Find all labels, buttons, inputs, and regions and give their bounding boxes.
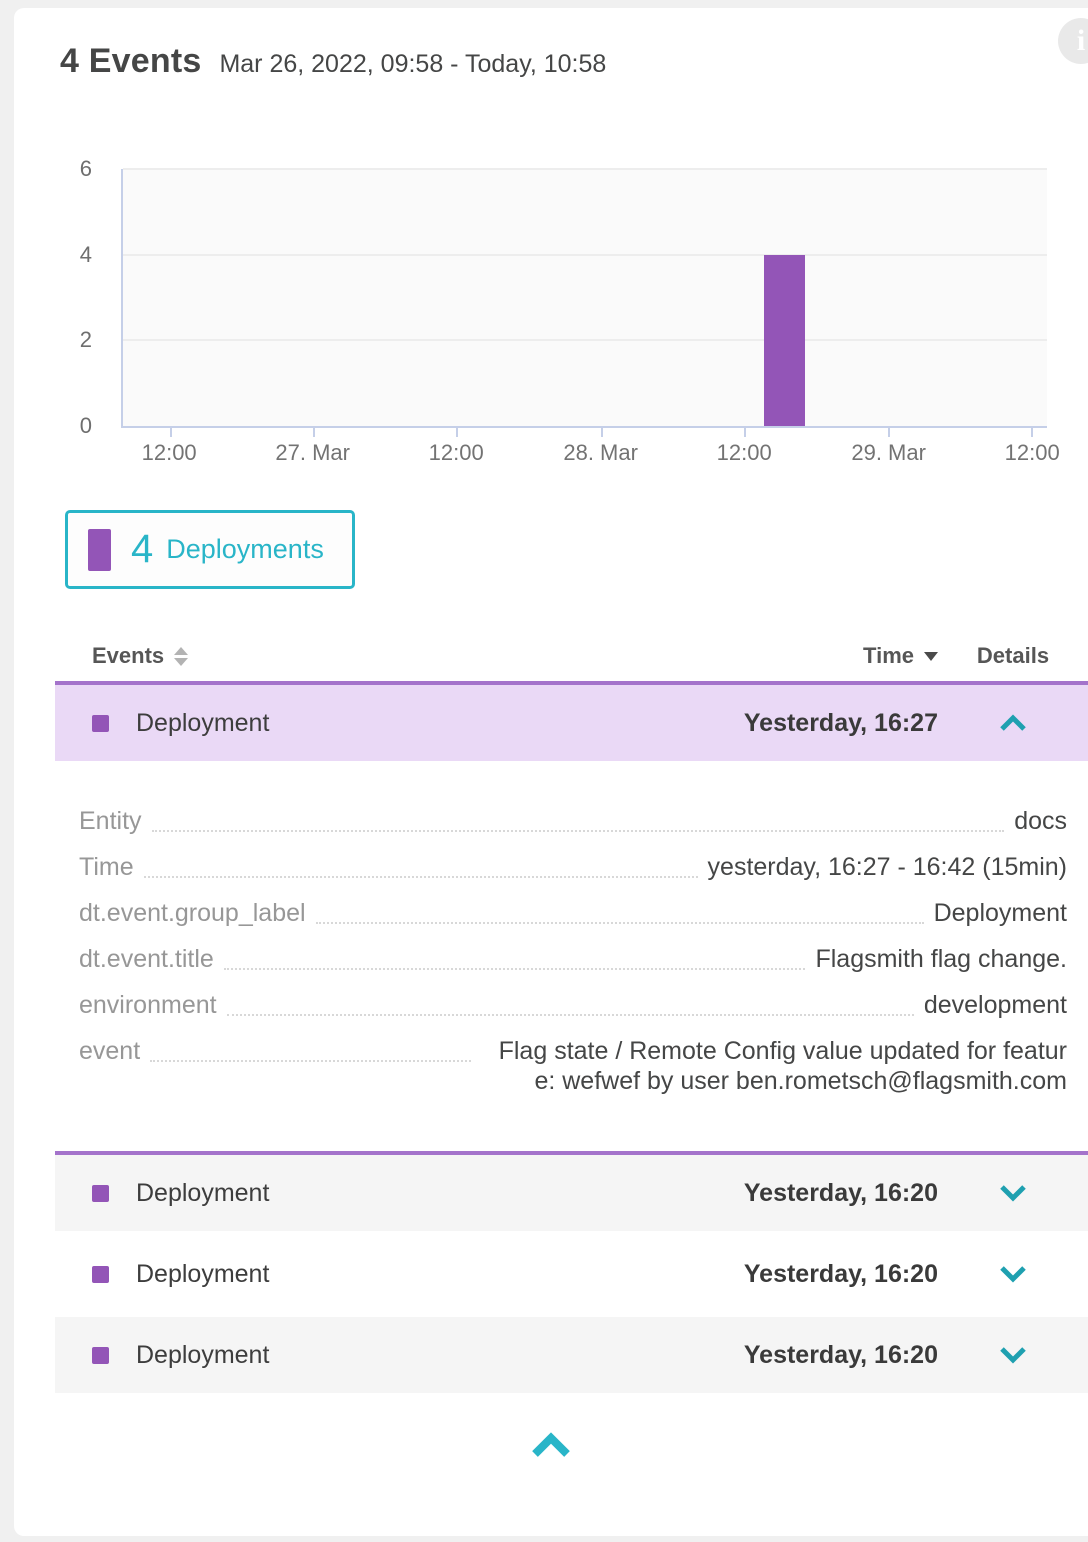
page-title: 4 Events <box>60 42 201 81</box>
dotted-leader <box>144 852 698 878</box>
column-header-details: Details <box>938 643 1088 669</box>
detail-value: Deployment <box>934 898 1067 928</box>
chevron-up-icon[interactable] <box>528 1429 574 1459</box>
event-details: Entity docs Time yesterday, 16:27 - 16:4… <box>55 761 1088 1151</box>
x-tick-mark <box>456 426 458 437</box>
detail-value: development <box>924 990 1067 1020</box>
expand-control[interactable] <box>938 1264 1088 1284</box>
detail-value: Flagsmith flag change. <box>815 944 1067 974</box>
x-axis-labels: 12:0027. Mar12:0028. Mar12:0029. Mar12:0… <box>121 440 1047 470</box>
dotted-leader <box>224 944 806 970</box>
detail-label: event <box>79 1036 140 1066</box>
expanded-event-group: Deployment Yesterday, 16:27 Entity docs … <box>55 681 1088 1155</box>
dotted-leader <box>227 990 914 1016</box>
x-tick-mark <box>170 426 172 437</box>
gridline <box>123 254 1047 256</box>
detail-row: event Flag state / Remote Config value u… <box>79 1036 1067 1096</box>
y-axis-labels: 0246 <box>14 169 106 426</box>
x-tick-label: 28. Mar <box>563 440 638 466</box>
detail-label: dt.event.group_label <box>79 898 306 928</box>
x-tick-label: 29. Mar <box>851 440 926 466</box>
events-chart: 0246 12:0027. Mar12:0028. Mar12:0029. Ma… <box>14 169 1088 479</box>
x-tick-mark <box>888 426 890 437</box>
event-type-label: Deployment <box>136 709 744 738</box>
event-type-label: Deployment <box>136 1179 744 1208</box>
expand-control[interactable] <box>938 1183 1088 1203</box>
legend-count: 4 <box>131 527 153 572</box>
deployment-marker-icon <box>92 1185 109 1202</box>
detail-row: Time yesterday, 16:27 - 16:42 (15min) <box>79 852 1067 882</box>
table-row[interactable]: Deployment Yesterday, 16:20 <box>55 1317 1088 1393</box>
detail-label: dt.event.title <box>79 944 214 974</box>
x-tick-label: 12:00 <box>142 440 197 466</box>
deployment-marker-icon <box>92 1266 109 1283</box>
gridline <box>123 168 1047 170</box>
table-header: Events Time Details <box>55 631 1088 681</box>
x-tick-label: 27. Mar <box>275 440 350 466</box>
detail-label: Time <box>79 852 134 882</box>
table-row[interactable]: Deployment Yesterday, 16:20 <box>55 1236 1088 1312</box>
event-time-label: Yesterday, 16:20 <box>744 1260 938 1289</box>
expand-control[interactable] <box>938 1345 1088 1365</box>
deployments-swatch-icon <box>88 529 111 571</box>
collapse-control[interactable] <box>938 713 1088 733</box>
detail-value: docs <box>1014 806 1067 836</box>
detail-row: dt.event.title Flagsmith flag change. <box>79 944 1067 974</box>
panel-collapse-control[interactable] <box>14 1429 1088 1459</box>
chart-plot <box>121 169 1047 428</box>
x-tick-label: 12:00 <box>429 440 484 466</box>
x-tick-mark <box>744 426 746 437</box>
chevron-down-icon[interactable] <box>997 1264 1029 1284</box>
sort-icon[interactable] <box>174 647 188 666</box>
collapsed-event-rows: Deployment Yesterday, 16:20 Deployment Y… <box>55 1155 1088 1393</box>
y-tick-label: 6 <box>80 156 92 182</box>
events-table: Events Time Details Deployment Yesterday… <box>55 631 1088 1393</box>
y-tick-label: 0 <box>80 413 92 439</box>
table-row[interactable]: Deployment Yesterday, 16:27 <box>55 685 1088 761</box>
column-header-events[interactable]: Events <box>92 643 863 669</box>
detail-value: yesterday, 16:27 - 16:42 (15min) <box>708 852 1067 882</box>
detail-row: dt.event.group_label Deployment <box>79 898 1067 928</box>
detail-label: environment <box>79 990 217 1020</box>
table-row[interactable]: Deployment Yesterday, 16:20 <box>55 1155 1088 1231</box>
chevron-down-icon[interactable] <box>997 1345 1029 1365</box>
legend-deployments[interactable]: 4 Deployments <box>65 510 355 589</box>
chart-bar[interactable] <box>764 255 805 426</box>
dotted-leader <box>150 1036 471 1062</box>
detail-row: environment development <box>79 990 1067 1020</box>
events-panel: i 4 Events Mar 26, 2022, 09:58 - Today, … <box>14 8 1088 1536</box>
dotted-leader <box>316 898 924 924</box>
gridline <box>123 339 1047 341</box>
y-tick-label: 4 <box>80 242 92 268</box>
sort-desc-icon <box>924 652 938 661</box>
x-tick-mark <box>601 426 603 437</box>
x-tick-label: 12:00 <box>1005 440 1060 466</box>
detail-row: Entity docs <box>79 806 1067 836</box>
y-tick-label: 2 <box>80 327 92 353</box>
timeframe-label: Mar 26, 2022, 09:58 - Today, 10:58 <box>219 50 606 79</box>
panel-header: 4 Events Mar 26, 2022, 09:58 - Today, 10… <box>14 8 1088 81</box>
event-type-label: Deployment <box>136 1260 744 1289</box>
detail-label: Entity <box>79 806 142 836</box>
x-tick-label: 12:00 <box>717 440 772 466</box>
event-time-label: Yesterday, 16:20 <box>744 1341 938 1370</box>
deployment-marker-icon <box>92 1347 109 1364</box>
events-column-label: Events <box>92 643 164 669</box>
chevron-down-icon[interactable] <box>997 1183 1029 1203</box>
event-time-label: Yesterday, 16:20 <box>744 1179 938 1208</box>
deployment-marker-icon <box>92 715 109 732</box>
details-column-label: Details <box>977 643 1049 669</box>
dotted-leader <box>152 806 1005 832</box>
column-header-time[interactable]: Time <box>863 643 938 669</box>
x-tick-mark <box>1031 426 1033 437</box>
detail-value: Flag state / Remote Config value updated… <box>481 1036 1067 1096</box>
chevron-up-icon[interactable] <box>997 713 1029 733</box>
event-type-label: Deployment <box>136 1341 744 1370</box>
legend-label: Deployments <box>166 534 324 565</box>
x-tick-mark <box>313 426 315 437</box>
event-time-label: Yesterday, 16:27 <box>744 709 938 738</box>
time-column-label: Time <box>863 643 914 669</box>
